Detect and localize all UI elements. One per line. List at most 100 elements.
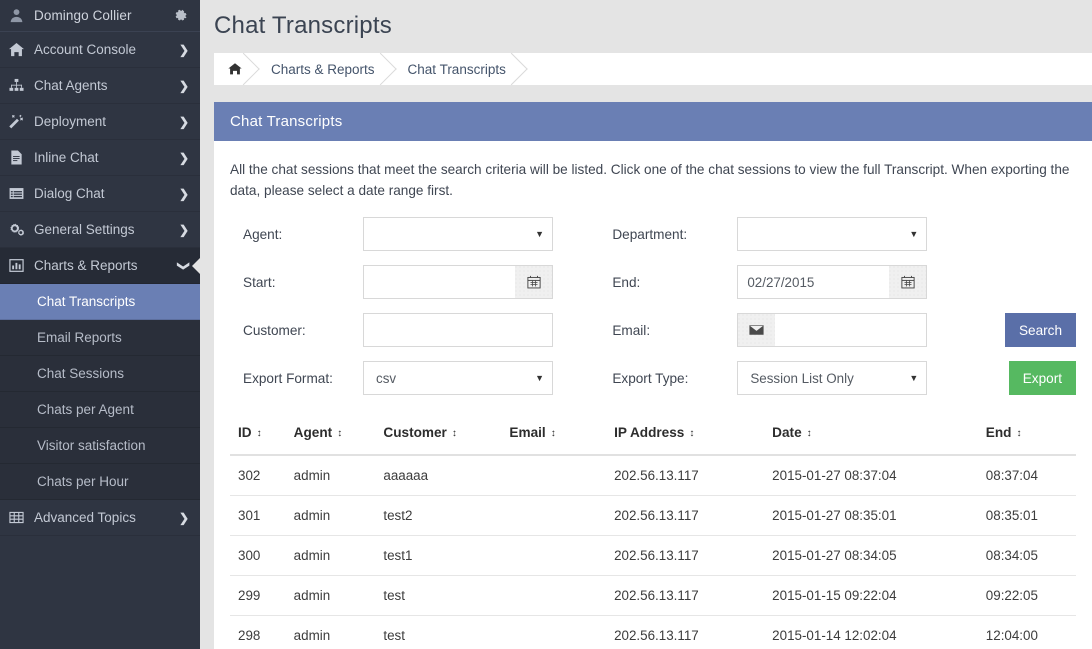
table-row[interactable]: 302 admin aaaaaa 202.56.13.117 2015-01-2…: [230, 455, 1076, 497]
cell-ip-address: 202.56.13.117: [608, 495, 767, 537]
table-body: 302 admin aaaaaa 202.56.13.117 2015-01-2…: [230, 455, 1076, 649]
table-row[interactable]: 301 admin test2 202.56.13.117 2015-01-27…: [230, 495, 1076, 537]
column-label: End: [985, 425, 1012, 441]
cell-end: 08:34:05: [979, 535, 1076, 577]
breadcrumb-label: Charts & Reports: [271, 61, 375, 77]
column-header-id[interactable]: ID ↕: [230, 417, 288, 457]
export-format-select[interactable]: csv: [363, 361, 553, 396]
chevron-right-icon: ❯: [178, 42, 189, 57]
department-select[interactable]: [737, 217, 928, 252]
breadcrumb-home[interactable]: [214, 53, 254, 85]
form-row-customer-email: Customer: Email: Search: [230, 313, 1077, 348]
sidebar-item-label: Advanced Topics: [34, 510, 136, 525]
form-row-start-end: Start: End:: [230, 265, 1076, 300]
table-header-row: ID ↕ Agent ↕ Customer ↕ Email ↕ IP Address ↕ …: [230, 417, 1076, 457]
sidebar-item-inline-chat[interactable]: Inline Chat ❯: [0, 140, 200, 176]
field-group-department: Department: ▼: [607, 217, 984, 252]
column-header-email[interactable]: Email ↕: [503, 417, 609, 457]
cell-date: 2015-01-27 08:37:04: [766, 455, 980, 497]
sidebar-item-label: General Settings: [34, 222, 135, 237]
table-row[interactable]: 299 admin test 202.56.13.117 2015-01-15 …: [230, 575, 1076, 617]
form-row-agent-department: Agent: ▼ Department: ▼: [230, 217, 1076, 252]
department-select-wrap: ▼: [737, 217, 928, 252]
column-header-date[interactable]: Date ↕: [766, 417, 980, 457]
export-type-select[interactable]: Session List Only: [737, 361, 928, 396]
sidebar-item-label: Chat Agents: [34, 78, 108, 93]
field-group-export-format: Export Format: csv ▼: [230, 361, 607, 396]
sidebar-user-name: Domingo Collier: [34, 8, 132, 23]
export-type-label: Export Type:: [612, 370, 689, 386]
end-date-group: [737, 265, 928, 300]
sidebar-user-block[interactable]: Domingo Collier: [0, 0, 200, 32]
cell-id: 298: [230, 615, 288, 649]
department-label: Department:: [612, 226, 688, 242]
sidebar-item-advanced-topics[interactable]: Advanced Topics ❯: [0, 500, 200, 536]
table-row[interactable]: 298 admin test 202.56.13.117 2015-01-14 …: [230, 615, 1076, 649]
sidebar-item-general-settings[interactable]: General Settings ❯: [0, 212, 200, 248]
sidebar-subitem-label: Chats per Hour: [37, 474, 129, 489]
cell-date: 2015-01-27 08:34:05: [766, 535, 980, 577]
sidebar-item-label: Inline Chat: [34, 150, 99, 165]
main-content: Chat Transcripts Charts & Reports Chat T…: [200, 0, 1092, 649]
sort-icon: ↕: [550, 428, 556, 440]
customer-input[interactable]: [363, 313, 553, 348]
column-header-agent[interactable]: Agent ↕: [287, 417, 378, 457]
breadcrumb-chat-transcripts[interactable]: Chat Transcripts: [391, 53, 522, 85]
sidebar-subitem-chats-per-hour[interactable]: Chats per Hour: [0, 464, 200, 500]
sidebar-item-charts-and-reports[interactable]: Charts & Reports ❯: [0, 248, 200, 284]
sidebar-subitem-chat-sessions[interactable]: Chat Sessions: [0, 356, 200, 392]
field-group-start: Start:: [230, 265, 607, 300]
sidebar-subitem-label: Chat Transcripts: [37, 294, 136, 309]
sidebar-subitem-chat-transcripts[interactable]: Chat Transcripts: [0, 284, 200, 320]
sidebar-subitem-chats-per-agent[interactable]: Chats per Agent: [0, 392, 200, 428]
cell-email: [503, 495, 609, 537]
sidebar-item-chat-agents[interactable]: Chat Agents ❯: [0, 68, 200, 104]
start-date-input[interactable]: [363, 265, 515, 300]
sidebar-item-account-console[interactable]: Account Console ❯: [0, 32, 200, 68]
sort-icon: ↕: [337, 428, 343, 440]
sidebar-subitem-email-reports[interactable]: Email Reports: [0, 320, 200, 356]
calendar-icon[interactable]: [889, 265, 928, 300]
sort-icon: ↕: [256, 428, 262, 440]
export-type-select-wrap: Session List Only ▼: [737, 361, 928, 396]
search-button-slot: Search: [985, 313, 1077, 348]
breadcrumb-charts-and-reports[interactable]: Charts & Reports: [254, 53, 391, 85]
export-button[interactable]: Export: [1008, 361, 1077, 396]
file-text-icon: [9, 150, 30, 165]
sidebar-subitem-label: Email Reports: [37, 330, 122, 345]
column-label: Agent: [293, 425, 333, 441]
sidebar-subitem-label: Chats per Agent: [37, 402, 134, 417]
agent-label: Agent:: [243, 226, 283, 242]
calendar-icon[interactable]: [515, 265, 553, 300]
table-row[interactable]: 300 admin test1 202.56.13.117 2015-01-27…: [230, 535, 1076, 577]
end-label: End:: [612, 274, 641, 290]
sidebar: Domingo Collier Account Console ❯ Chat A…: [0, 0, 200, 649]
end-date-input[interactable]: [737, 265, 890, 300]
cell-id: 301: [230, 495, 288, 537]
sidebar-item-deployment[interactable]: Deployment ❯: [0, 104, 200, 140]
agent-select[interactable]: [363, 217, 553, 252]
gear-icon[interactable]: [174, 9, 188, 23]
chat-transcripts-panel: Chat Transcripts All the chat sessions t…: [214, 102, 1092, 649]
cell-end: 12:04:00: [979, 615, 1076, 649]
chevron-down-icon: ❯: [176, 260, 191, 271]
breadcrumb: Charts & Reports Chat Transcripts: [214, 52, 1092, 86]
sidebar-item-dialog-chat[interactable]: Dialog Chat ❯: [0, 176, 200, 212]
bar-chart-icon: [9, 258, 30, 273]
column-header-end[interactable]: End ↕: [979, 417, 1076, 457]
cell-customer: test: [377, 615, 504, 649]
sidebar-subitem-visitor-satisfaction[interactable]: Visitor satisfaction: [0, 428, 200, 464]
sidebar-item-label: Dialog Chat: [34, 186, 105, 201]
panel-title: Chat Transcripts: [214, 102, 1092, 141]
cell-agent: admin: [287, 535, 378, 577]
table-grid-icon: [9, 510, 30, 525]
cell-id: 299: [230, 575, 288, 617]
search-button[interactable]: Search: [1004, 313, 1077, 348]
cell-ip-address: 202.56.13.117: [608, 615, 767, 649]
email-input[interactable]: [775, 313, 928, 348]
column-header-customer[interactable]: Customer ↕: [377, 417, 504, 457]
cell-ip-address: 202.56.13.117: [608, 535, 767, 577]
email-label: Email:: [612, 322, 651, 338]
email-input-group: [737, 313, 928, 348]
column-header-ip-address[interactable]: IP Address ↕: [608, 417, 767, 457]
